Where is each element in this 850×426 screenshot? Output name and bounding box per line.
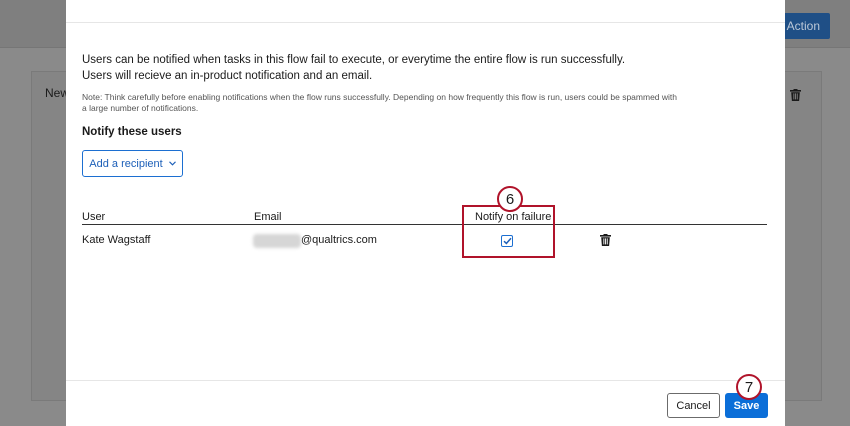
trash-icon [790,88,801,106]
step-badge: 7 [736,374,762,400]
email-domain-cell: @qualtrics.com [301,234,377,246]
add-recipient-label: Add a recipient [89,157,163,170]
highlight-box [462,205,555,258]
section-title: Notify these users [82,126,182,138]
column-header-user: User [82,211,106,223]
modal-note: Note: Think carefully before enabling no… [82,92,677,113]
column-header-email: Email [254,211,282,223]
delete-recipient-trash-icon[interactable] [600,233,611,251]
step-badge: 6 [497,186,523,212]
modal-description: Users can be notified when tasks in this… [82,54,626,82]
add-recipient-button[interactable]: Add a recipient [82,150,183,177]
modal-header-divider [66,22,785,23]
redacted-email-local-part [253,234,301,248]
user-name-cell: Kate Wagstaff [82,234,151,246]
cancel-button[interactable]: Cancel [667,393,720,418]
notifications-modal: Users can be notified when tasks in this… [66,0,785,426]
table-header-divider [82,224,767,225]
chevron-down-icon [168,159,176,168]
